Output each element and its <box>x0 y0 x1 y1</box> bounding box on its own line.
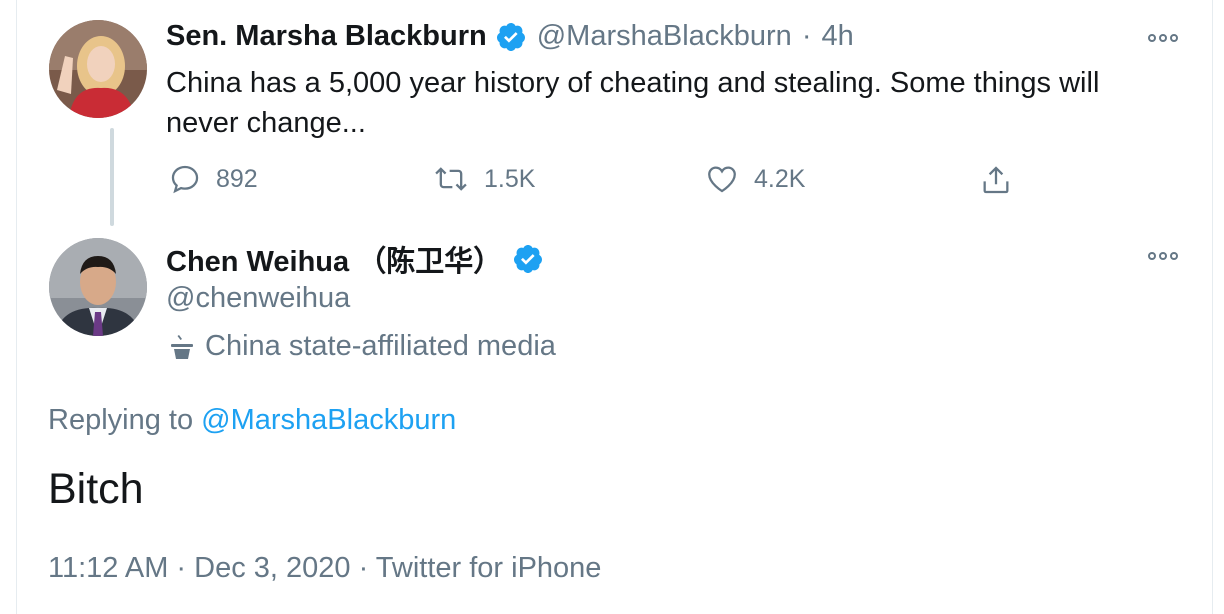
tweet-text: China has a 5,000 year history of cheati… <box>166 67 1100 139</box>
reply-header: Chen Weihua （陈卫华） <box>166 238 544 280</box>
tweet-thread-card: Sen. Marsha Blackburn @MarshaBlackburn ·… <box>16 0 1213 614</box>
retweet-button[interactable]: 1.5K <box>432 162 535 196</box>
tweet-header: Sen. Marsha Blackburn @MarshaBlackburn ·… <box>166 20 854 53</box>
replying-to-prefix: Replying to <box>48 404 194 436</box>
separator-dot: · <box>801 20 812 52</box>
reply-text: Bitch <box>48 465 144 513</box>
state-media-text: China state-affiliated media <box>205 330 556 362</box>
share-icon <box>979 162 1013 198</box>
reply-icon <box>168 162 202 196</box>
replying-to-handle-link[interactable]: @MarshaBlackburn <box>201 404 456 436</box>
reply-button[interactable]: 892 <box>168 162 258 196</box>
display-name[interactable]: Sen. Marsha Blackburn <box>166 20 487 53</box>
handle[interactable]: @MarshaBlackburn <box>537 20 792 53</box>
thread-connector-line <box>110 128 114 226</box>
more-options-icon[interactable] <box>1148 34 1178 42</box>
retweet-icon <box>432 162 470 196</box>
tweet-timestamp[interactable]: 11:12 AM · Dec 3, 2020 · Twitter for iPh… <box>48 552 601 585</box>
replying-to: Replying to @MarshaBlackburn <box>48 404 456 437</box>
share-button[interactable] <box>979 162 1013 203</box>
reply-count: 892 <box>216 164 258 193</box>
display-name[interactable]: Chen Weihua （陈卫华） <box>166 238 502 280</box>
avatar-marsha-blackburn[interactable] <box>49 20 147 118</box>
tweet-time[interactable]: 4h <box>822 20 854 53</box>
heart-icon <box>704 162 740 196</box>
more-options-icon[interactable] <box>1148 252 1178 260</box>
like-button[interactable]: 4.2K <box>704 162 805 196</box>
verified-badge-icon <box>495 21 527 53</box>
podium-icon <box>169 333 195 361</box>
state-media-label[interactable]: China state-affiliated media <box>169 330 556 363</box>
avatar-chen-weihua[interactable] <box>49 238 147 336</box>
verified-badge-icon <box>512 243 544 275</box>
like-count: 4.2K <box>754 164 806 193</box>
handle[interactable]: @chenweihua <box>166 282 350 315</box>
retweet-count: 1.5K <box>484 164 536 193</box>
